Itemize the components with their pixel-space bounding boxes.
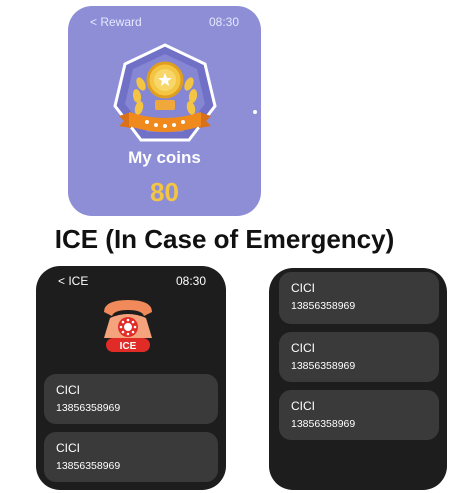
coins-value: 80 xyxy=(150,177,179,207)
contact-name: CICI xyxy=(291,281,315,295)
back-button[interactable]: < Reward xyxy=(90,15,142,29)
section-title: ICE (In Case of Emergency) xyxy=(54,224,395,254)
contact-phone: 13856358969 xyxy=(291,418,356,430)
coins-label: My coins xyxy=(128,148,201,167)
contact-name: CICI xyxy=(291,341,315,355)
ice-watch-screen: < ICE 08:30 ICE CICI 13856358969 CICI 13… xyxy=(36,266,226,490)
emergency-phone-icon[interactable]: ICE xyxy=(96,292,160,356)
contact-card[interactable]: CICI 13856358969 xyxy=(44,374,218,424)
coin-medal-icon xyxy=(113,43,217,142)
contact-phone: 13856358969 xyxy=(56,460,121,472)
contact-name: CICI xyxy=(56,441,80,455)
status-bar: < ICE 08:30 xyxy=(36,274,226,290)
clock-time: 08:30 xyxy=(175,274,206,288)
contact-card[interactable]: CICI 13856358969 xyxy=(279,332,439,382)
contact-phone: 13856358969 xyxy=(291,360,356,372)
reward-watch-screen: < Reward 08:30 My coins 80 xyxy=(68,6,261,216)
contact-phone: 13856358969 xyxy=(56,402,121,414)
clock-time: 08:30 xyxy=(208,15,239,29)
contact-card[interactable]: CICI 13856358969 xyxy=(279,272,439,324)
ice-contact-list-screen: CICI 13856358969 CICI 13856358969 CICI 1… xyxy=(269,268,447,490)
ice-badge-label: ICE xyxy=(120,341,137,352)
contact-name: CICI xyxy=(291,399,315,413)
status-bar: < Reward 08:30 xyxy=(68,15,261,31)
contact-card[interactable]: CICI 13856358969 xyxy=(279,390,439,440)
back-button[interactable]: < ICE xyxy=(58,274,88,288)
contact-name: CICI xyxy=(56,383,80,397)
contact-phone: 13856358969 xyxy=(291,300,356,312)
scroll-indicator xyxy=(253,110,257,114)
contact-card[interactable]: CICI 13856358969 xyxy=(44,432,218,482)
